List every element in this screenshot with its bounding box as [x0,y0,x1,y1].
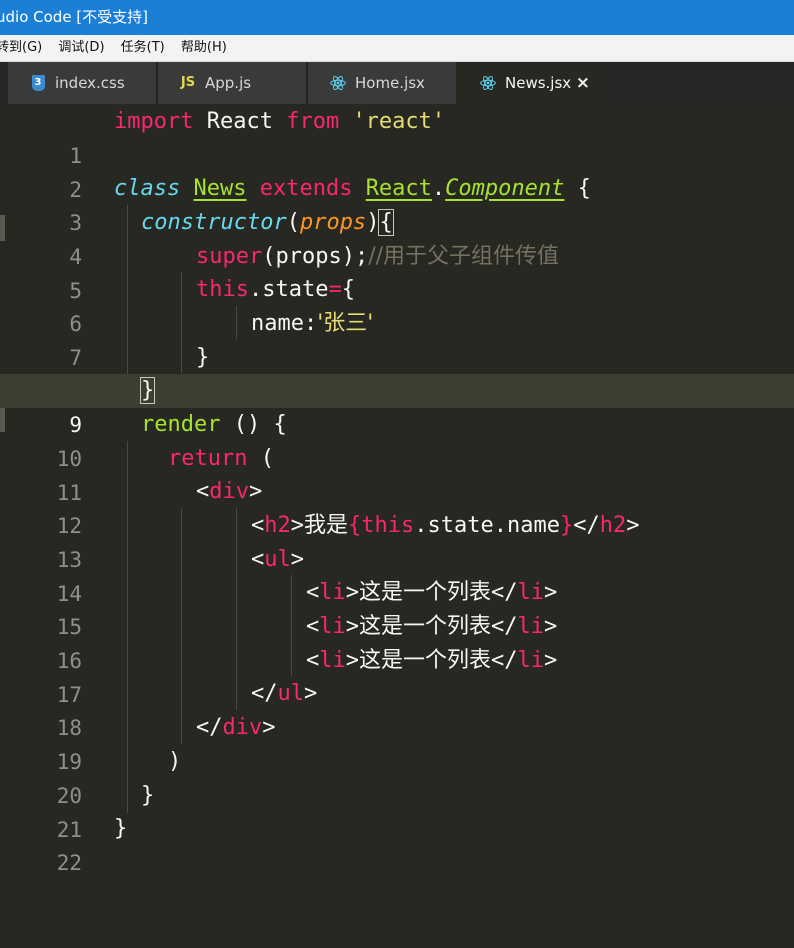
code-line: 13 <h2>我是{this.state.name}</h2> [0,509,794,572]
code-line: 17 <li>这是一个列表</li> [0,644,794,707]
code-text: } [141,783,155,808]
tab-index-css[interactable]: 3 index.css [8,62,156,104]
tab-app-js[interactable]: JS App.js [158,62,306,104]
editor-tab-bar: 3 index.css JS App.js Home.jsx News.jsx … [0,62,794,104]
line-number: 22 [56,851,82,875]
code-text: </div> [196,715,276,740]
code-text: <li>这是一个列表</li> [306,614,558,639]
code-line: 10 render () { [0,408,794,471]
react-icon [480,75,496,91]
code-text: import React from 'react' [114,109,446,134]
code-text: this.state={ [196,277,355,302]
close-icon[interactable]: × [576,62,590,104]
js-icon: JS [180,75,196,90]
menu-help[interactable]: 帮助(H) [181,35,227,61]
tab-label: Home.jsx [355,74,425,92]
menu-goto[interactable]: 转到(G) [0,35,42,61]
code-line: 3 class News extends React.Component { [0,172,794,235]
window-title: udio Code [不受支持] [0,8,149,26]
code-text: <div> [196,479,263,504]
code-line: 19 </div> [0,711,794,774]
code-line: 18 </ul> [0,677,794,740]
code-text: </ul> [251,681,318,706]
code-line: 15 <li>这是一个列表</li> [0,576,794,639]
code-text: return ( [168,446,274,471]
menu-tasks[interactable]: 任务(T) [121,35,165,61]
code-line: 14 <ul> [0,543,794,606]
code-line: 16 <li>这是一个列表</li> [0,610,794,673]
menu-debug[interactable]: 调试(D) [58,35,104,61]
code-line: 6 this.state={ [0,273,794,336]
code-line: 4 constructor(props){ [0,206,794,269]
css3-icon: 3 [30,75,46,91]
tab-label: News.jsx [505,74,572,92]
code-line: 11 return ( [0,442,794,505]
code-line: 22 } [0,812,794,875]
code-text: super(props);//用于父子组件传值 [196,244,560,269]
code-text: render () { [141,412,287,437]
code-text: <h2>我是{this.state.name}</h2> [251,513,640,538]
code-text: } [114,816,128,841]
code-line: 5 super(props);//用于父子组件传值 [0,240,794,303]
code-text: } [139,377,156,404]
code-line: 20 ) [0,745,794,808]
tab-home-jsx[interactable]: Home.jsx [308,62,456,104]
tab-label: App.js [205,74,252,92]
menu-bar: 转到(G) 调试(D) 任务(T) 帮助(H) [0,35,794,62]
code-line-current: 9 } [0,374,794,437]
code-text: <li>这是一个列表</li> [306,580,558,605]
code-line: 21 } [0,779,794,842]
react-icon [330,75,346,91]
code-text: <ul> [251,547,304,572]
code-text: ) [168,749,182,774]
code-line: 1 import React from 'react' [0,105,794,168]
code-line: 7 name:'张三' [0,307,794,370]
tab-label: index.css [55,74,125,92]
code-text: <li>这是一个列表</li> [306,648,558,673]
code-text: class News extends React.Component { [114,176,591,201]
code-text: name:'张三' [251,311,374,336]
window-title-bar: udio Code [不受支持] [0,0,794,35]
code-text: } [196,345,210,370]
code-line: 2 [0,139,794,202]
code-line: 12 <div> [0,475,794,538]
code-text: constructor(props){ [141,209,394,236]
code-editor[interactable]: 1 import React from 'react' 2 3 class Ne… [0,104,794,875]
tab-news-jsx[interactable]: News.jsx × [458,62,604,104]
code-line: 8 } [0,341,794,404]
